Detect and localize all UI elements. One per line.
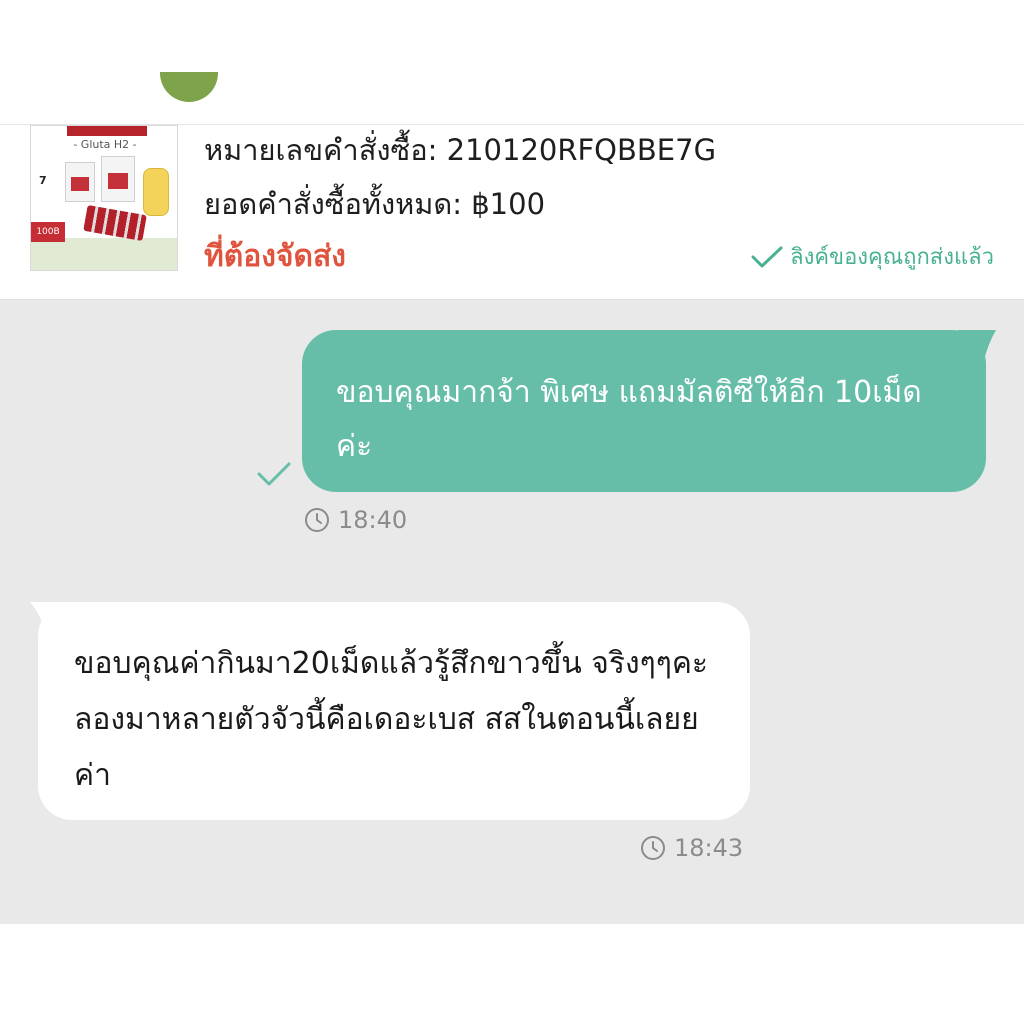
check-icon [751,246,783,267]
header-title-cropped [258,86,538,102]
clock-icon [641,836,665,860]
bottom-margin [0,924,1024,1024]
link-sent-indicator: ลิงค์ของคุณถูกส่งแล้ว [750,239,994,274]
product-thumbnail[interactable]: - Gluta H2 - 7 100B [30,125,178,271]
order-status: ที่ต้องจัดส่ง [204,239,346,274]
thumbnail-package-right [101,156,135,202]
message-text: ขอบคุณมากจ้า พิเศษ แถมมัลติซีให้อีก 10เม… [336,375,922,464]
message-text: ขอบคุณค่ากินมา20เม็ดแล้วรู้สึกขาวขึ้น จร… [74,646,709,793]
chat-screen: - Gluta H2 - 7 100B หมายเลขคำสั่งซื้อ: 2… [0,0,1024,1024]
order-total: ยอดคำสั่งซื้อทั้งหมด: ฿100 [204,187,546,221]
avatar[interactable] [160,72,218,102]
chat-header-cropped [0,0,1024,124]
order-card[interactable]: - Gluta H2 - 7 100B หมายเลขคำสั่งซื้อ: 2… [0,124,1024,300]
message-timestamp: 18:43 [640,834,743,862]
message-bubble-incoming[interactable]: ขอบคุณค่ากินมา20เม็ดแล้วรู้สึกขาวขึ้น จร… [38,602,750,820]
clock-icon [305,508,329,532]
thumbnail-blister-pack [83,204,147,242]
link-sent-label: ลิงค์ของคุณถูกส่งแล้ว [790,245,994,270]
thumbnail-footer-band [31,238,177,270]
timestamp-text: 18:43 [674,834,744,862]
order-number: หมายเลขคำสั่งซื้อ: 210120RFQBBE7G [204,133,717,167]
check-icon [257,462,291,486]
thumbnail-package-left [65,162,95,202]
thumbnail-price-tag: 100B [31,222,65,242]
message-bubble-outgoing[interactable]: ขอบคุณมากจ้า พิเศษ แถมมัลติซีให้อีก 10เม… [302,330,986,492]
thumbnail-product-name: - Gluta H2 - [73,138,137,151]
thumbnail-bottle [143,168,169,216]
message-list[interactable]: ขอบคุณมากจ้า พิเศษ แถมมัลติซีให้อีก 10เม… [0,300,1024,924]
timestamp-text: 18:40 [338,506,408,534]
message-timestamp: 18:40 [304,506,407,534]
thumbnail-count: 7 [39,174,47,187]
thumbnail-banner [67,126,147,136]
